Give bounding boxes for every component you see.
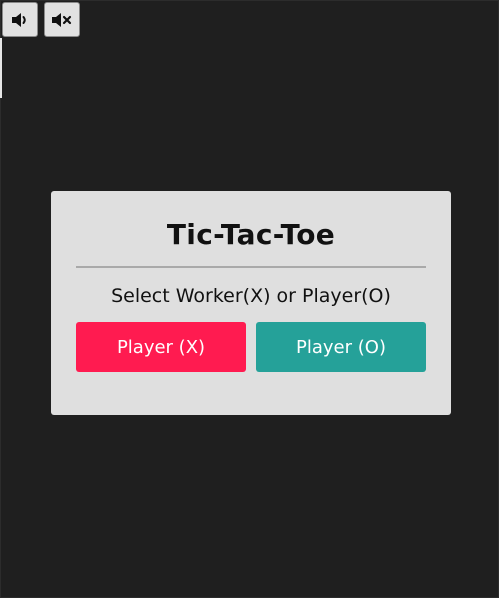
choice-buttons: Player (X) Player (O) <box>76 322 426 372</box>
speaker-on-icon <box>12 12 26 27</box>
start-dialog: Tic-Tac-Toe Select Worker(X) or Player(O… <box>51 191 451 415</box>
sound-on-button[interactable] <box>2 2 38 37</box>
dialog-subtitle: Select Worker(X) or Player(O) <box>111 285 391 307</box>
sound-controls <box>2 2 80 37</box>
left-edge-strip <box>0 38 2 98</box>
sound-off-button[interactable] <box>44 2 80 37</box>
speaker-muted-icon <box>52 12 72 27</box>
dialog-title: Tic-Tac-Toe <box>166 218 336 251</box>
player-x-button[interactable]: Player (X) <box>76 322 246 372</box>
title-divider <box>76 266 426 268</box>
player-o-button[interactable]: Player (O) <box>256 322 426 372</box>
